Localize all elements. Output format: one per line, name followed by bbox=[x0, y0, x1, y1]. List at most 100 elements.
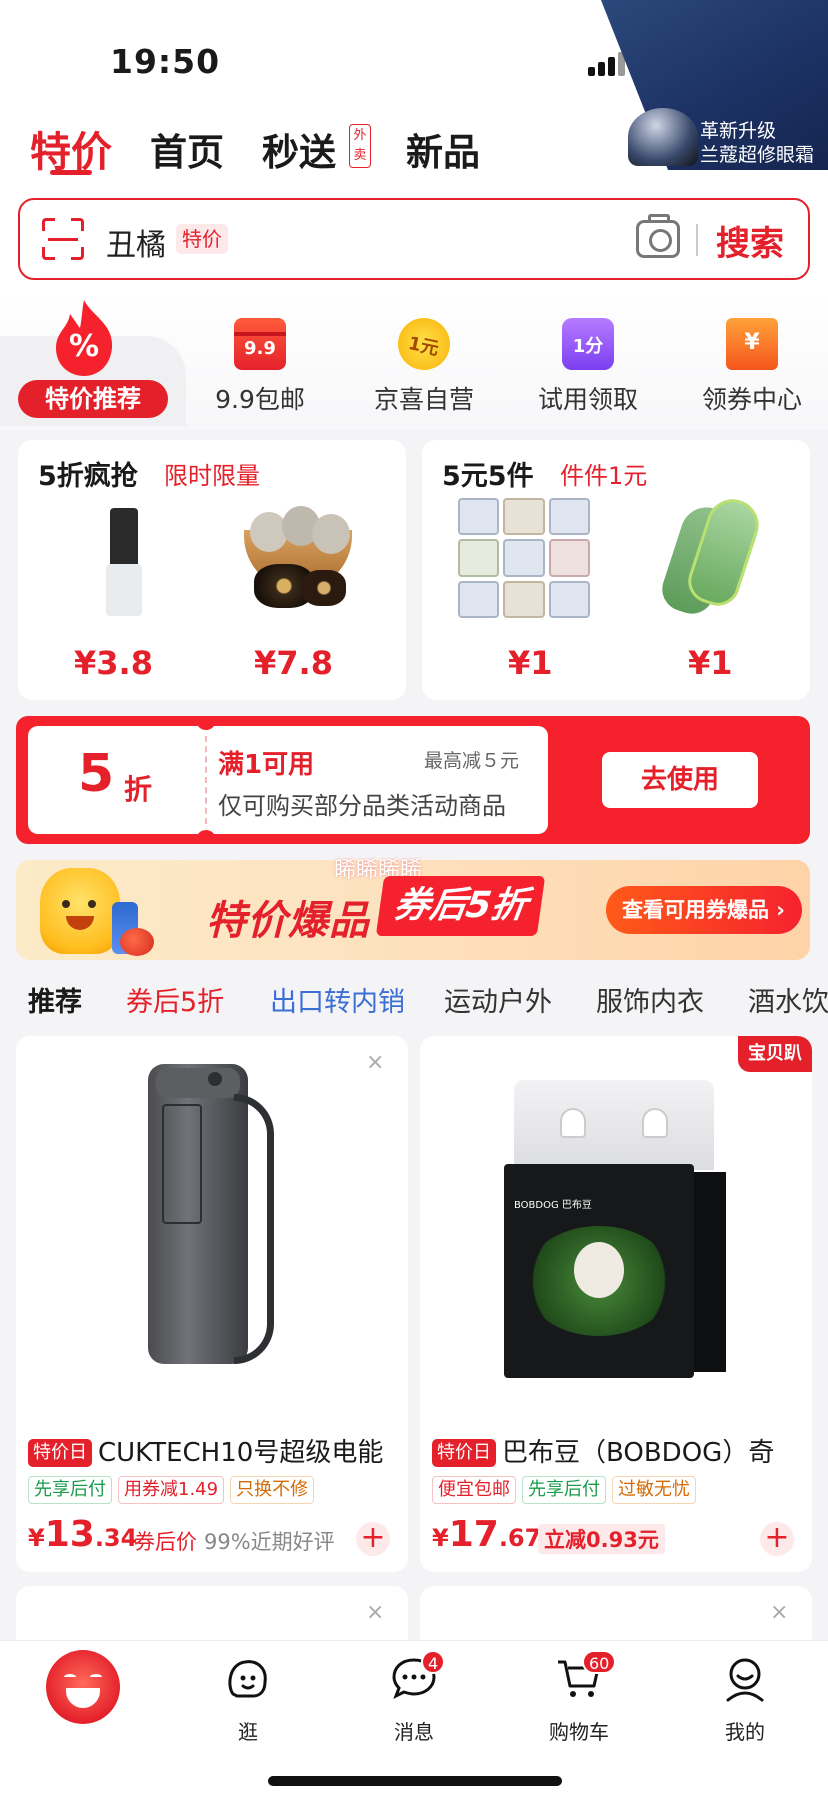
century-egg-image bbox=[238, 500, 358, 616]
tab-home[interactable]: 首页 bbox=[150, 122, 224, 176]
status-time: 19:50 bbox=[110, 42, 221, 81]
scan-icon[interactable] bbox=[42, 218, 84, 260]
cream-jar-image bbox=[628, 108, 698, 166]
face-icon bbox=[228, 1660, 267, 1698]
nav-label: 我的 bbox=[725, 1720, 765, 1744]
coupon-condition: 满1可用 bbox=[218, 750, 315, 780]
discount-note: 立减0.93元 bbox=[538, 1524, 665, 1554]
add-to-cart-button[interactable]: + bbox=[760, 1522, 794, 1556]
view-deals-button[interactable]: 查看可用券爆品 › bbox=[606, 886, 802, 934]
jd-mascot-icon bbox=[46, 1650, 120, 1724]
banner-title: 特价爆品 bbox=[206, 898, 370, 944]
close-icon[interactable]: × bbox=[366, 1600, 384, 1625]
product-tags: 便宜包邮 先享后付 过敏无忧 bbox=[432, 1476, 702, 1504]
category-99-baoyou[interactable]: 9.9 9.9包邮 bbox=[200, 318, 320, 416]
message-count-badge: 4 bbox=[421, 1650, 446, 1674]
deal-subtitle: 限时限量 bbox=[164, 462, 260, 490]
search-divider bbox=[696, 224, 698, 256]
tab-miaosong[interactable]: 秒送 bbox=[262, 122, 336, 176]
signal-icon bbox=[588, 50, 628, 76]
home-indicator bbox=[268, 1776, 562, 1786]
filter-tab-apparel[interactable]: 服饰内衣 bbox=[596, 980, 704, 1019]
product-badge: 特价日 bbox=[432, 1439, 496, 1467]
nav-profile[interactable]: 我的 bbox=[700, 1656, 790, 1745]
coupon-notch bbox=[196, 830, 216, 844]
banner-subtitle: 券后5折 bbox=[375, 876, 546, 936]
deal-price: ¥1 bbox=[508, 644, 553, 682]
product-title: 特价日 CUKTECH10号超级电能 bbox=[28, 1432, 400, 1469]
category-label: 9.9包邮 bbox=[215, 385, 305, 414]
usb-drive-image bbox=[106, 508, 142, 616]
filter-tab-outdoor[interactable]: 运动户外 bbox=[444, 980, 552, 1019]
product-price: ¥17.67 bbox=[432, 1514, 542, 1555]
category-shiyong[interactable]: 1分 试用领取 bbox=[528, 318, 648, 416]
nav-messages[interactable]: 消息 4 bbox=[369, 1650, 459, 1745]
product-tag: 先享后付 bbox=[28, 1476, 112, 1504]
fire-percent-icon[interactable]: % bbox=[48, 298, 120, 378]
ad-line1: 革新升级 bbox=[700, 120, 777, 142]
nav-home[interactable] bbox=[38, 1650, 128, 1724]
ad-line2: 兰蔻超修眼霜 bbox=[700, 144, 815, 166]
product-price: ¥13.34 bbox=[28, 1514, 138, 1555]
rating-note: 99%近期好评 bbox=[204, 1530, 335, 1554]
nav-label: 购物车 bbox=[549, 1720, 609, 1744]
coupon-value: 5 bbox=[78, 744, 115, 804]
category-label: 领券中心 bbox=[701, 385, 802, 414]
svg-text:%: % bbox=[69, 329, 99, 364]
mascot-image bbox=[40, 868, 120, 954]
coupon-icon: ¥ bbox=[726, 318, 778, 370]
use-coupon-button[interactable]: 去使用 bbox=[602, 752, 758, 808]
active-tab-underline bbox=[50, 170, 92, 175]
product-tag: 只换不修 bbox=[230, 1476, 315, 1504]
search-badge: 特价 bbox=[176, 224, 228, 254]
category-tejia-tuijian[interactable]: 特价推荐 bbox=[18, 380, 168, 418]
deal-card-half-price[interactable]: 5折疯抢 限时限量 ¥3.8 ¥7.8 bbox=[18, 440, 406, 700]
deal-title: 5元5件 bbox=[442, 461, 534, 492]
waimai-tag: 外卖 bbox=[349, 124, 371, 168]
category-label: 试用领取 bbox=[537, 385, 638, 414]
product-card[interactable]: × 特价日 CUKTECH10号超级电能 先享后付 用券减1.49 只换不修 ¥13.… bbox=[16, 1036, 408, 1572]
search-button[interactable]: 搜索 bbox=[716, 216, 784, 265]
product-badge: 特价日 bbox=[28, 1439, 92, 1467]
deal-subtitle: 件件1元 bbox=[560, 462, 648, 490]
toy-car-pack-image bbox=[458, 498, 590, 618]
category-jingxi-ziying[interactable]: 1元 京喜自营 bbox=[364, 313, 484, 416]
app-page: 19:50 100 特价 首页 秒送 新品 外卖 革新升级 兰蔻超修眼霜 丑橘 … bbox=[0, 0, 828, 1800]
nav-browse[interactable]: 逛 bbox=[203, 1656, 293, 1745]
product-tag: 便宜包邮 bbox=[432, 1476, 516, 1504]
filter-tab-recommend[interactable]: 推荐 bbox=[28, 980, 82, 1019]
nav-cart[interactable]: 购物车 60 bbox=[534, 1650, 624, 1745]
price-note: 券后价 bbox=[134, 1530, 197, 1554]
search-query: 丑橘 bbox=[106, 228, 166, 263]
tab-new[interactable]: 新品 bbox=[406, 122, 480, 176]
close-icon[interactable]: × bbox=[770, 1600, 788, 1625]
filter-tab-export[interactable]: 出口转内销 bbox=[270, 980, 405, 1019]
close-icon[interactable]: × bbox=[366, 1050, 384, 1075]
nav-label: 逛 bbox=[238, 1720, 258, 1744]
filter-tab-half-price[interactable]: 券后5折 bbox=[126, 980, 224, 1019]
product-title: 特价日 巴布豆（BOBDOG）奇 bbox=[432, 1432, 804, 1469]
coupon-max: 最高减５元 bbox=[424, 750, 520, 772]
camera-icon[interactable] bbox=[636, 214, 680, 258]
add-to-cart-button[interactable]: + bbox=[356, 1522, 390, 1556]
user-icon bbox=[726, 1658, 764, 1702]
deal-title: 5折疯抢 bbox=[38, 461, 138, 492]
coupon-divider bbox=[205, 736, 207, 824]
product-tag: 先享后付 bbox=[522, 1476, 606, 1504]
cart-count-badge: 60 bbox=[582, 1650, 617, 1674]
deal-card-five-for-five[interactable]: 5元5件 件件1元 ¥1 ¥1 bbox=[422, 440, 810, 700]
power-bank-image bbox=[148, 1064, 278, 1374]
insole-image bbox=[656, 492, 766, 620]
category-lingquan[interactable]: ¥ 领券中心 bbox=[692, 318, 812, 416]
product-tags: 先享后付 用券减1.49 只换不修 bbox=[28, 1476, 320, 1504]
deal-price: ¥7.8 bbox=[254, 644, 333, 682]
shopping-bag-icon: 1分 bbox=[562, 318, 614, 370]
category-label: 京喜自营 bbox=[373, 385, 474, 414]
nav-label: 消息 bbox=[394, 1720, 434, 1744]
product-tag: 过敏无忧 bbox=[612, 1476, 696, 1504]
tab-tejia[interactable]: 特价 bbox=[30, 118, 112, 178]
tomato-image bbox=[120, 928, 154, 956]
filter-tab-drinks[interactable]: 酒水饮 bbox=[748, 980, 828, 1019]
product-card[interactable]: 宝贝趴 BOBDOG 巴布豆 特价日 巴布豆（BOBDOG）奇 便宜包邮 先享后付过… bbox=[420, 1036, 812, 1572]
promo-corner-label: 宝贝趴 bbox=[738, 1036, 812, 1072]
